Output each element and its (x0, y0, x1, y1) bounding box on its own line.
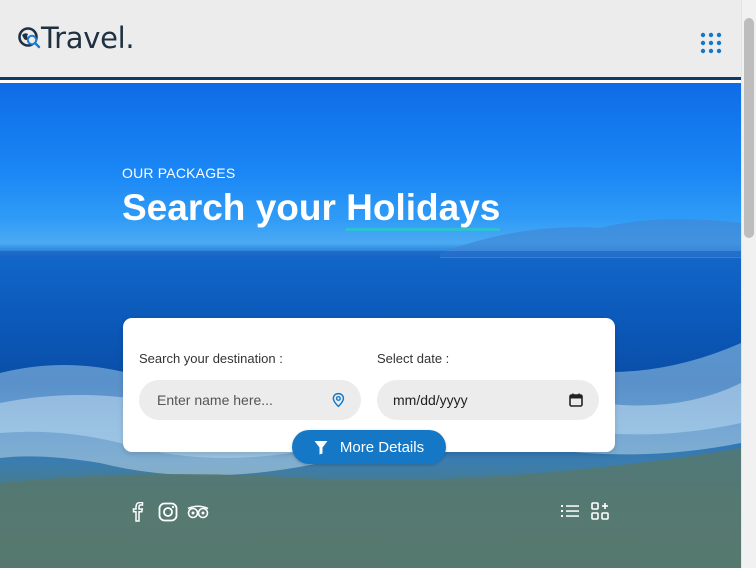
filter-icon (314, 440, 328, 454)
destination-label: Search your destination : (139, 351, 283, 366)
date-label: Select date : (377, 351, 450, 366)
location-pin-icon[interactable] (332, 392, 345, 408)
page-title: Search your Holidays (122, 185, 501, 231)
instagram-icon[interactable] (158, 502, 178, 522)
grid-menu-button[interactable] (699, 31, 723, 55)
date-field[interactable]: mm/dd/yyyy (377, 380, 599, 420)
destination-field[interactable] (139, 380, 361, 420)
more-details-button[interactable]: More Details (292, 430, 446, 464)
brand-name: Travel. (41, 21, 135, 55)
hero-banner: OUR PACKAGES Search your Holidays Search… (0, 83, 741, 568)
grid-add-view-icon[interactable] (591, 502, 609, 520)
grid-menu-icon (700, 32, 722, 54)
title-prefix: Search your (122, 187, 347, 228)
page-scrollbar[interactable] (741, 0, 756, 568)
scroll-thumb[interactable] (744, 18, 754, 238)
globe-search-icon (18, 27, 41, 49)
brand-logo[interactable]: Travel. (18, 20, 135, 56)
facebook-icon[interactable] (130, 502, 146, 522)
site-header: Travel. (0, 0, 741, 80)
date-input[interactable]: mm/dd/yyyy (393, 392, 569, 408)
tripadvisor-icon[interactable] (187, 504, 209, 520)
calendar-icon[interactable] (569, 393, 583, 407)
list-view-icon[interactable] (561, 504, 579, 518)
section-eyebrow: OUR PACKAGES (122, 165, 236, 181)
more-details-label: More Details (339, 438, 425, 456)
destination-input[interactable] (155, 391, 333, 409)
title-accent: Holidays (346, 187, 501, 231)
